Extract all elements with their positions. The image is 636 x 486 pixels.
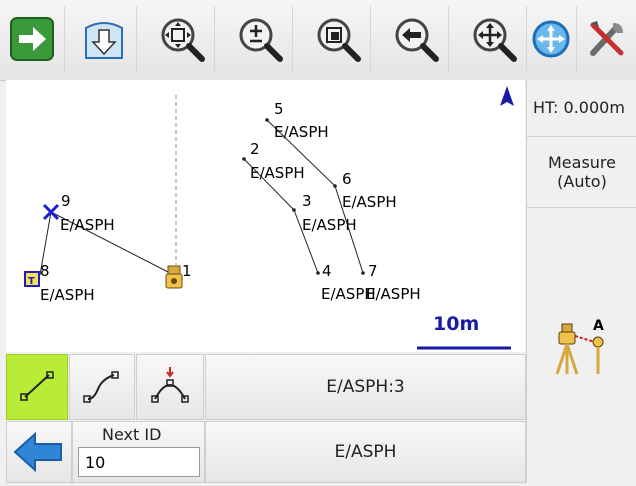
point-label-3: 3 (302, 192, 312, 210)
code-label: E/ASPH (334, 442, 397, 462)
point-label-7: 7 (368, 262, 378, 280)
import-down-arrow-icon (85, 22, 123, 59)
zoom-fit-icon (161, 18, 205, 62)
point-label-2: 2 (250, 140, 260, 158)
point-code-2: E/ASPH (250, 164, 305, 182)
instrument-height[interactable]: HT: 0.000m (527, 80, 636, 137)
side-panel: HT: 0.000m Measure (Auto) A (526, 80, 636, 483)
pan-button[interactable] (462, 6, 527, 72)
point-label-1: 1 (182, 262, 192, 280)
point-code-7: E/ASPH (366, 285, 421, 303)
toolbar (0, 0, 636, 81)
next-button[interactable] (0, 6, 65, 72)
next-id-input[interactable] (78, 447, 200, 477)
point-marker-8[interactable]: T (24, 271, 40, 287)
target-crosshair-icon (532, 20, 570, 58)
point-code-3: E/ASPH (302, 216, 357, 234)
current-code-label: E/ASPH:3 (326, 377, 405, 397)
zoom-previous-button[interactable] (384, 6, 449, 72)
arrow-right-icon (10, 17, 54, 61)
point-label-9: 9 (61, 192, 71, 210)
measure-mode-label: (Auto) (557, 172, 607, 191)
prism-label: A (593, 318, 604, 334)
next-id-label: Next ID (102, 425, 162, 444)
svg-text:T: T (28, 276, 35, 287)
zoom-fit-button[interactable] (150, 6, 215, 72)
point-marker-2[interactable] (242, 157, 246, 161)
curve-icon (83, 371, 119, 403)
import-button[interactable] (72, 6, 137, 72)
zoom-previous-icon (395, 18, 439, 62)
point-marker-7[interactable] (361, 271, 365, 275)
arc-mode-button[interactable] (136, 354, 204, 420)
back-button[interactable] (6, 421, 72, 483)
zoom-in-out-icon (239, 18, 283, 62)
tools-settings-icon (590, 21, 624, 56)
point-code-9: E/ASPH (60, 216, 115, 234)
point-code-8: E/ASPH (40, 286, 95, 304)
point-label-6: 6 (342, 170, 352, 188)
point-code-5: E/ASPH (274, 123, 329, 141)
instrument-point-icon[interactable] (165, 265, 183, 289)
point-marker-6[interactable] (333, 184, 337, 188)
tools-button[interactable] (578, 6, 636, 72)
zoom-window-button[interactable] (306, 6, 371, 72)
map-view[interactable]: T 5 E/ASPH 2 E/ASPH 6 E/ASPH 3 E/ASPH 4 … (6, 80, 525, 352)
zoom-in-out-button[interactable] (228, 6, 293, 72)
point-marker-3[interactable] (292, 208, 296, 212)
arc-icon (151, 367, 189, 403)
total-station-prism-icon: A (555, 318, 604, 375)
pan-icon (473, 18, 517, 62)
measure-mode-button[interactable]: Measure (Auto) (527, 137, 636, 208)
back-arrow-icon (13, 431, 62, 473)
point-marker-4[interactable] (316, 271, 320, 275)
line-mode-button[interactable] (6, 354, 68, 420)
code-button[interactable]: E/ASPH (205, 421, 526, 483)
point-label-8: 8 (40, 262, 50, 280)
point-marker-5[interactable] (265, 118, 269, 122)
curve-mode-button[interactable] (69, 354, 135, 420)
line-icon (20, 371, 54, 401)
point-marker-9[interactable] (42, 203, 60, 221)
scale-label: 10m (433, 313, 479, 335)
target-button[interactable] (526, 6, 577, 72)
point-code-6: E/ASPH (342, 193, 397, 211)
current-code-button[interactable]: E/ASPH:3 (205, 354, 526, 420)
north-arrow-icon (500, 86, 514, 106)
instrument-to-prism-button[interactable]: A (553, 318, 617, 382)
point-label-5: 5 (274, 100, 284, 118)
measure-label: Measure (548, 153, 616, 172)
point-label-4: 4 (322, 262, 332, 280)
zoom-window-icon (317, 18, 361, 62)
